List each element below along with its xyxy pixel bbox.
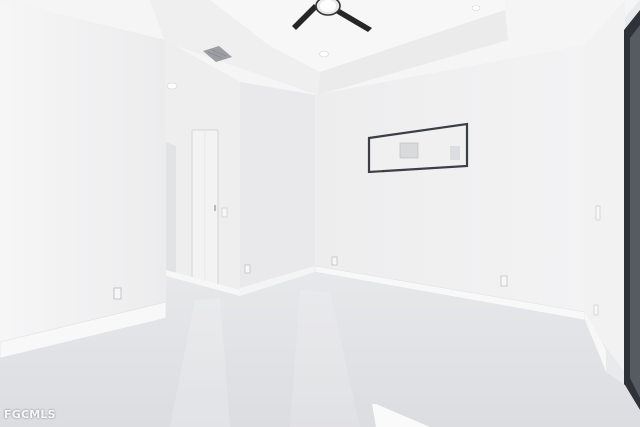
electrical-outlet-icon xyxy=(331,256,338,266)
electrical-outlet-icon xyxy=(500,275,508,287)
right-wall xyxy=(585,0,625,372)
room-illustration xyxy=(0,0,640,427)
recessed-light-icon xyxy=(471,5,481,11)
door-handle[interactable] xyxy=(214,205,216,211)
left-wall xyxy=(0,0,166,358)
room-photo: FGCMLS xyxy=(0,0,640,427)
recessed-light-icon xyxy=(319,50,329,58)
electrical-outlet-icon xyxy=(244,264,251,274)
window-reflection-light xyxy=(450,146,460,160)
recessed-light-icon xyxy=(166,82,178,90)
electrical-outlet-icon xyxy=(593,304,599,316)
window-reflection-vent xyxy=(399,142,419,159)
watermark-text: FGCMLS xyxy=(4,408,56,421)
light-switch xyxy=(595,205,601,221)
electrical-outlet-icon xyxy=(113,287,122,300)
hallway-opening xyxy=(166,142,176,276)
corner-wall xyxy=(240,82,315,296)
sliding-door-glass xyxy=(630,25,640,398)
light-switch xyxy=(221,207,228,218)
